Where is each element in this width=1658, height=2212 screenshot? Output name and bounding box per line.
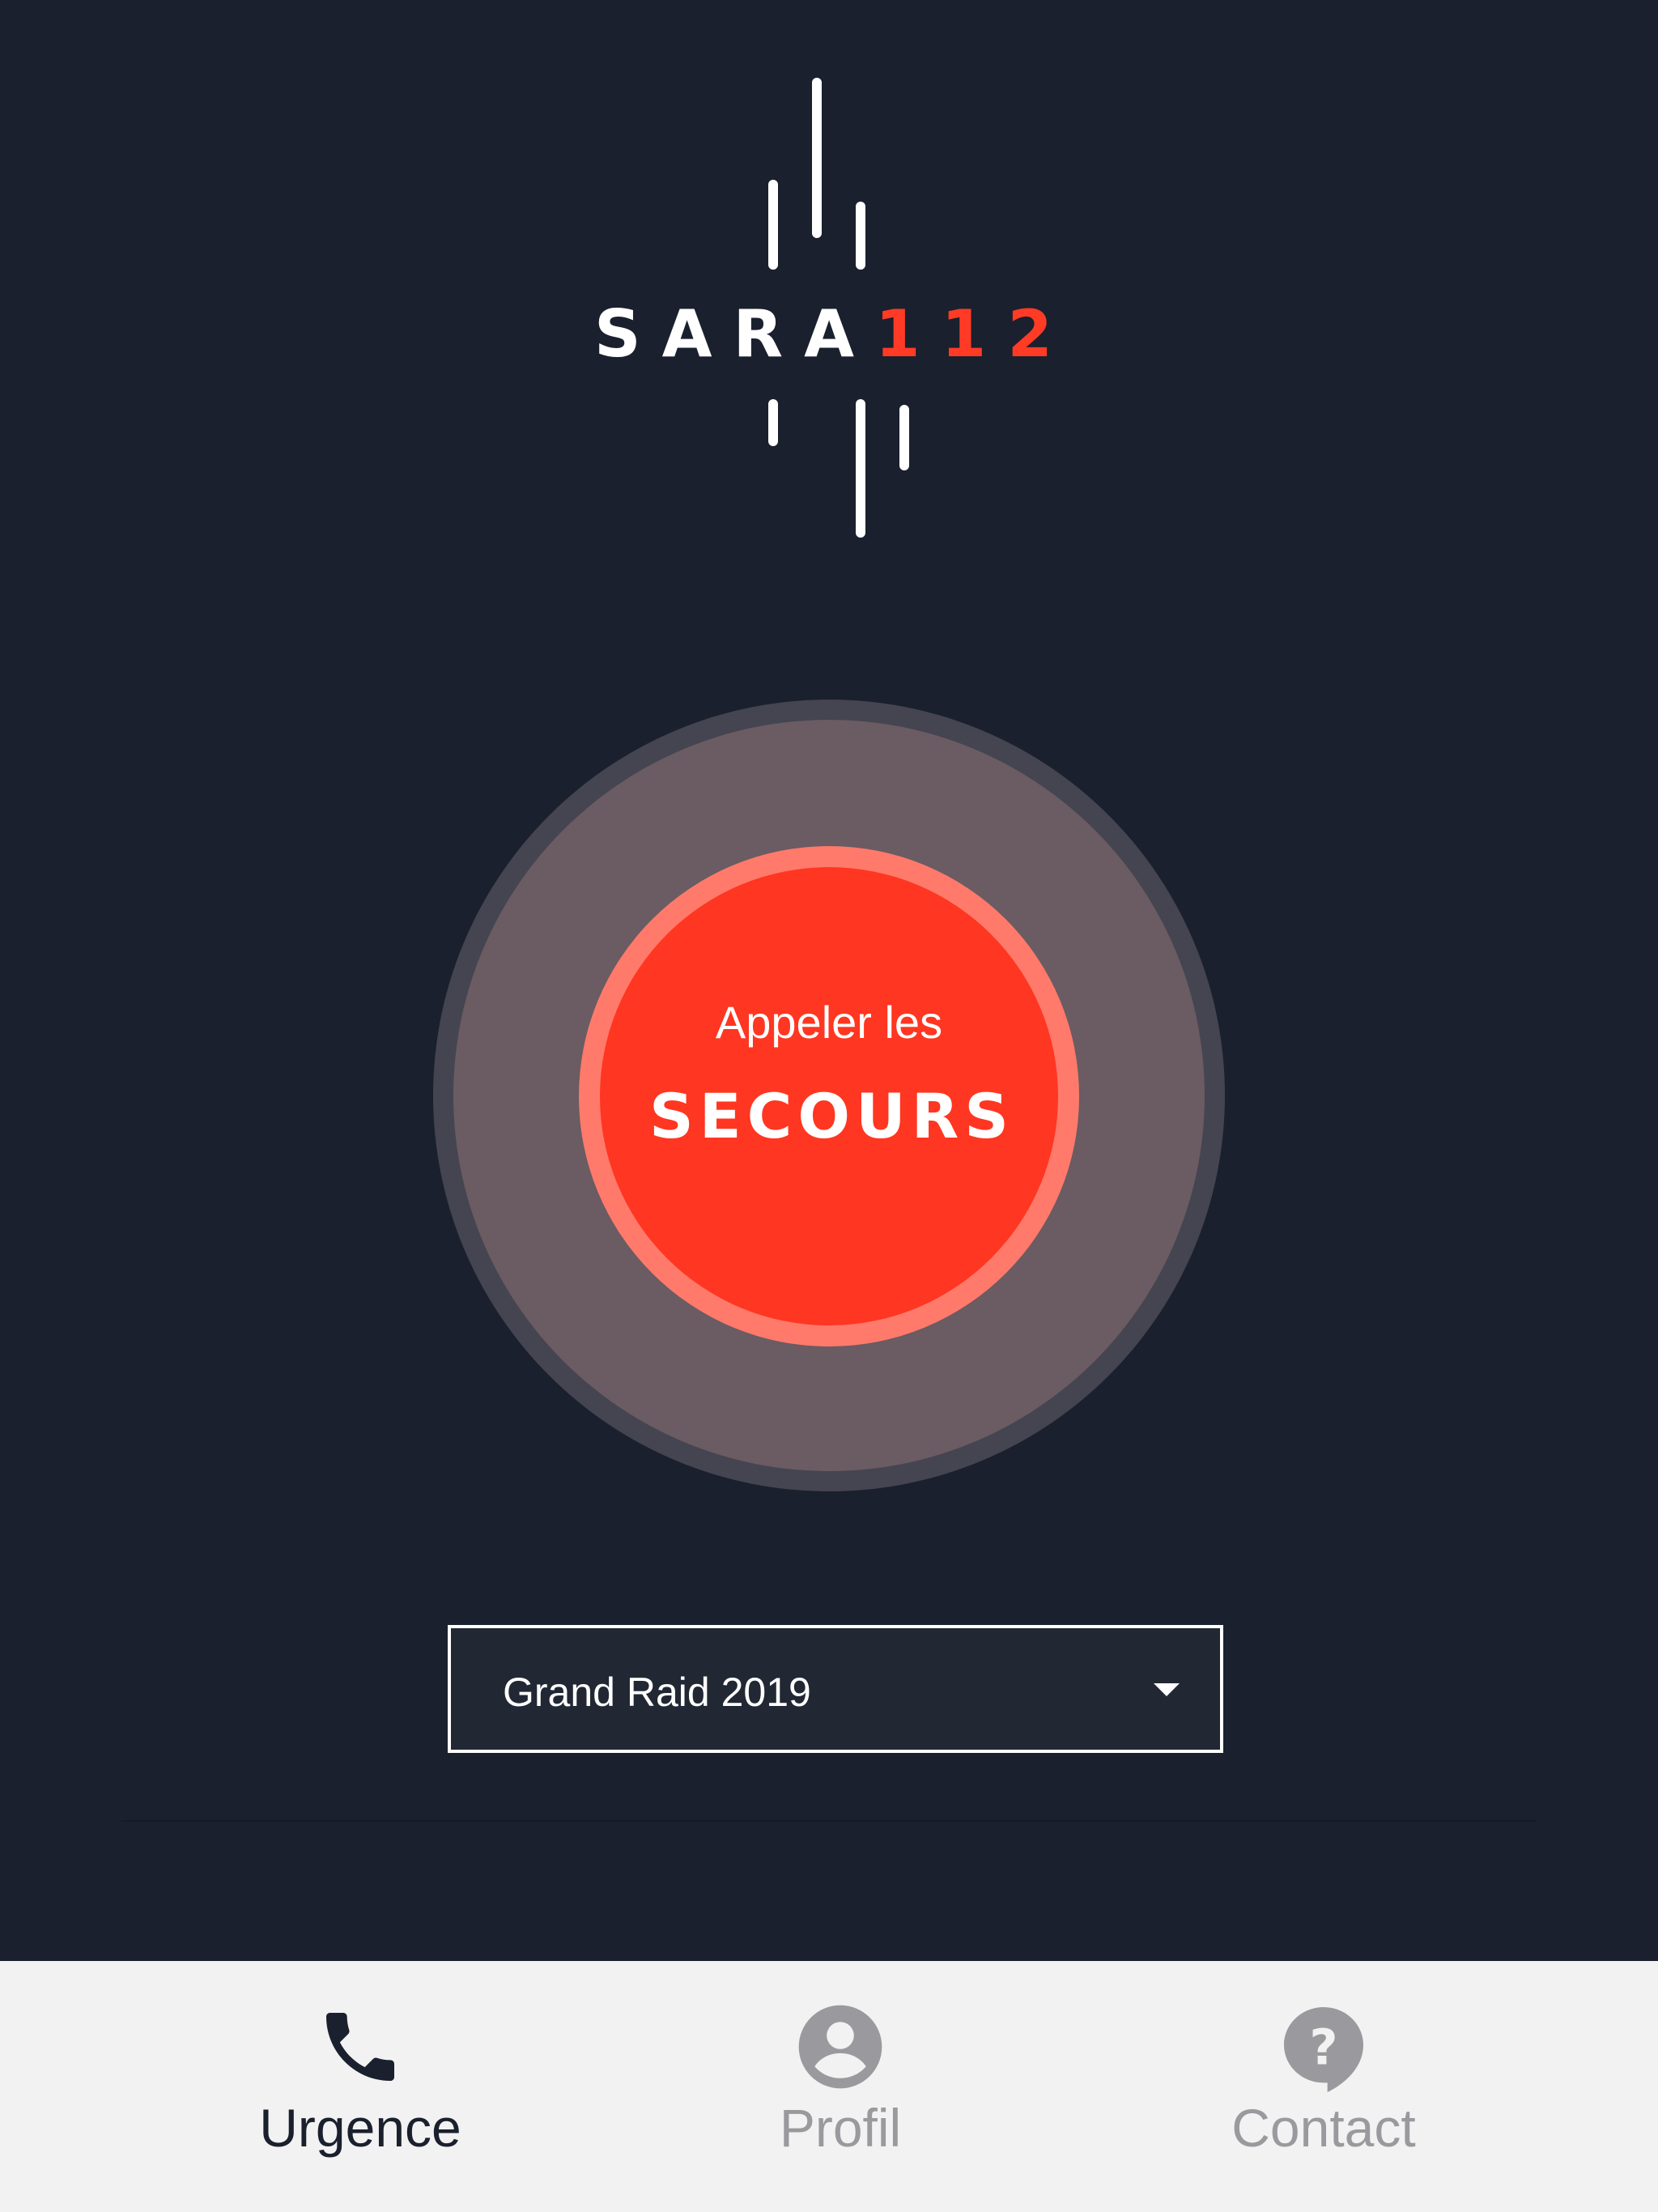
logo-bar [856,399,865,538]
tab-profil[interactable]: Profil [597,1961,1083,2212]
call-emergency-label-line1: Appeler les [715,997,943,1048]
tab-contact-label: Contact [1231,2098,1416,2158]
phone-icon [326,2013,394,2081]
sara112-logo: SARA112 [0,0,1658,567]
tab-urgence-label: Urgence [259,2098,461,2158]
bottom-tab-bar: Urgence Profil ? Contact [0,1961,1658,2212]
tab-contact[interactable]: ? Contact [1081,1961,1567,2212]
svg-text:?: ? [1309,2019,1337,2076]
logo-wordmark: SARA112 [0,298,1658,371]
logo-bar [856,202,865,270]
account-icon [798,2005,882,2089]
tab-urgence[interactable]: Urgence [117,1961,603,2212]
logo-bar [812,78,822,238]
help-bubble-icon: ? [1284,2007,1363,2092]
logo-bar [768,399,778,446]
logo-bar [768,180,778,270]
emergency-screen: SARA112 Appeler les SECOURS Grand Raid 2… [0,0,1658,2212]
logo-bar [899,405,909,470]
tab-profil-label: Profil [779,2098,902,2158]
event-dropdown[interactable]: Grand Raid 2019 [448,1625,1223,1753]
event-dropdown-value: Grand Raid 2019 [503,1670,811,1715]
logo-number: 112 [875,296,1074,372]
divider [121,1820,1537,1822]
caret-down-icon [1154,1683,1180,1696]
call-emergency-button[interactable]: Appeler les SECOURS [600,867,1058,1325]
logo-text: SARA [593,296,876,372]
call-emergency-label-line2: SECOURS [648,1080,1014,1152]
